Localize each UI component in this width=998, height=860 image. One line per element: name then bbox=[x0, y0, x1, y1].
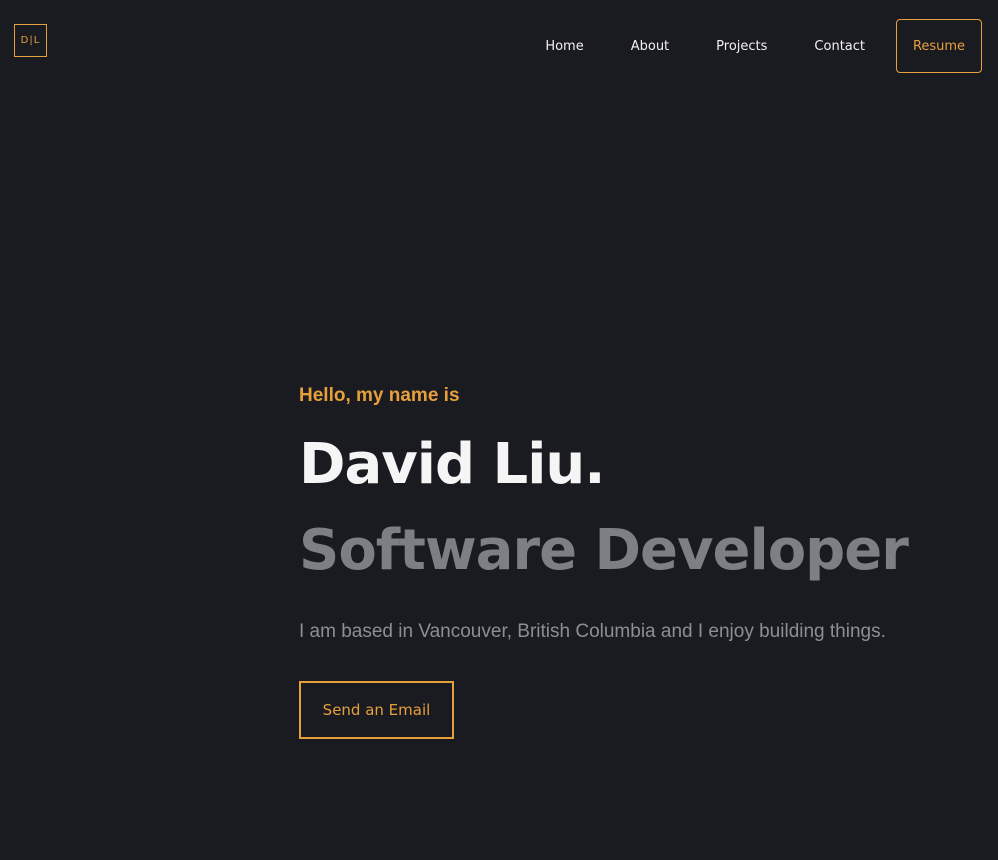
nav-link-contact[interactable]: Contact bbox=[814, 39, 865, 54]
hero-role: Software Developer bbox=[299, 518, 909, 583]
hero-greeting: Hello, my name is bbox=[299, 385, 460, 406]
logo[interactable]: D|L bbox=[14, 24, 47, 57]
nav-link-projects[interactable]: Projects bbox=[716, 39, 767, 54]
main-nav: Home About Projects Contact Resume bbox=[545, 19, 982, 73]
hero-tagline: I am based in Vancouver, British Columbi… bbox=[299, 621, 886, 642]
send-email-button[interactable]: Send an Email bbox=[299, 681, 454, 739]
hero-name: David Liu. bbox=[299, 432, 606, 497]
nav-link-home[interactable]: Home bbox=[545, 39, 583, 54]
nav-link-about[interactable]: About bbox=[631, 39, 669, 54]
resume-button[interactable]: Resume bbox=[896, 19, 982, 73]
hero-section: Hello, my name is David Liu. Software De… bbox=[299, 383, 909, 739]
